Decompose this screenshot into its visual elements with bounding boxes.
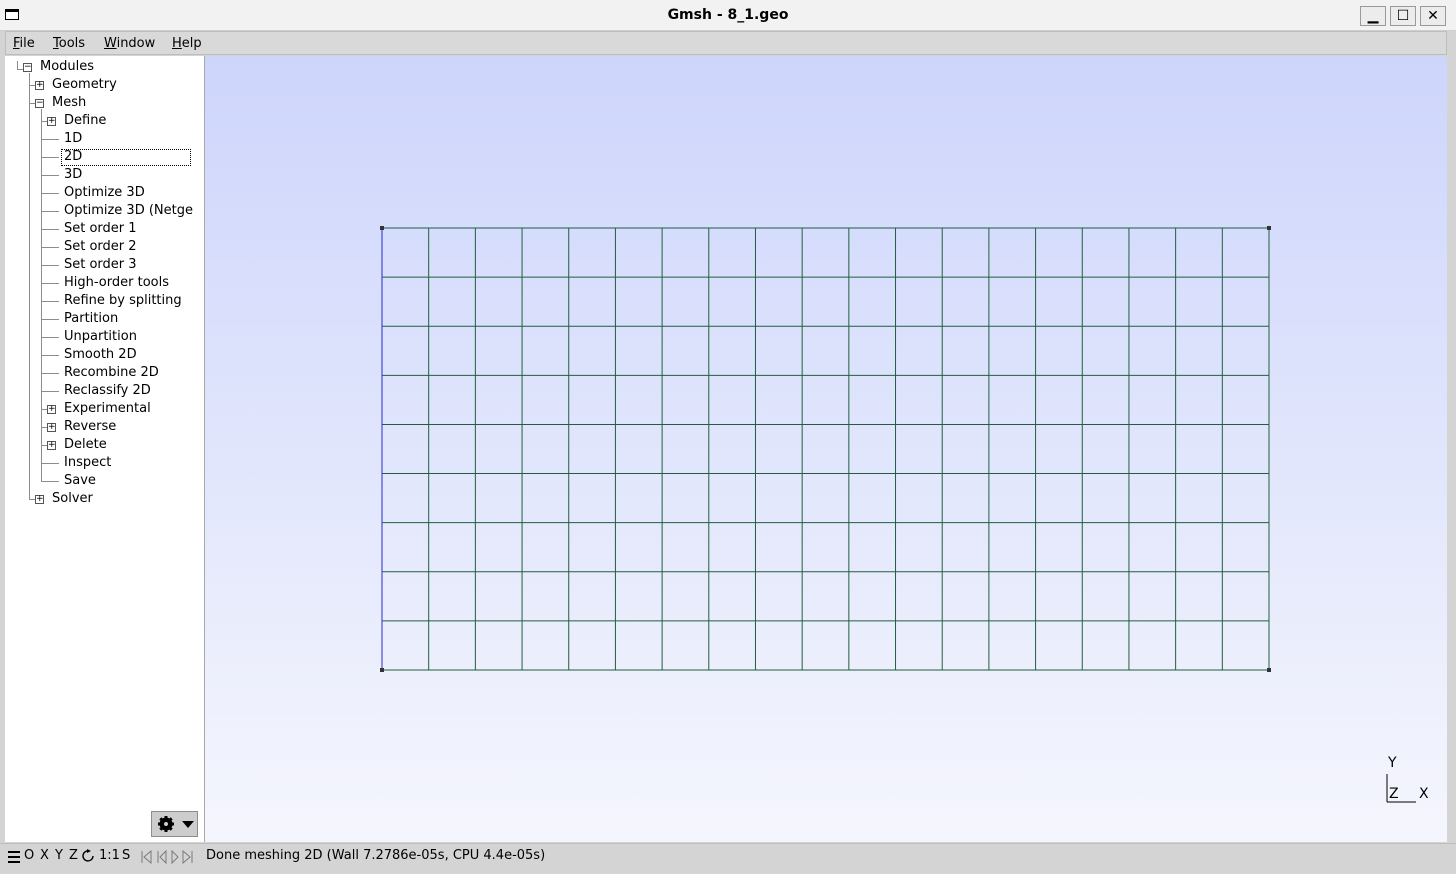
tree-item-set-order-1[interactable]: Set order 1	[64, 220, 137, 238]
mesh-corner-point	[1267, 668, 1271, 672]
menu-file[interactable]: File	[13, 36, 35, 51]
tree-item-optimize-3d[interactable]: Optimize 3D	[64, 184, 145, 202]
tree-item-reclassify-2d[interactable]: Reclassify 2D	[64, 382, 151, 400]
mesh-corner-point	[1267, 226, 1271, 230]
options-menu-button[interactable]	[151, 811, 198, 837]
tree-item-modules[interactable]: Modules	[40, 58, 94, 76]
expand-toggle-icon[interactable]: +	[35, 495, 44, 504]
tree-item-reverse[interactable]: Reverse	[64, 418, 116, 436]
tree-connector	[41, 463, 59, 464]
minimize-button[interactable]: ▁	[1360, 6, 1386, 26]
tree-connector	[29, 73, 30, 499]
scale-one-button[interactable]: 1:1	[99, 848, 120, 863]
tree-connector	[41, 337, 59, 338]
view-y-button[interactable]: Y	[55, 848, 63, 863]
collapse-toggle-icon[interactable]: −	[23, 63, 32, 72]
rotate-icon[interactable]	[82, 849, 96, 863]
menu-help[interactable]: Help	[172, 36, 202, 51]
expand-toggle-icon[interactable]: +	[47, 405, 56, 414]
tree-item-mesh[interactable]: Mesh	[52, 94, 86, 112]
axis-y-label: Y	[1388, 755, 1397, 771]
tree-item-delete[interactable]: Delete	[64, 436, 107, 454]
tree-item-recombine-2d[interactable]: Recombine 2D	[64, 364, 159, 382]
axes-icon	[1386, 774, 1416, 803]
view-origin-button[interactable]: O	[24, 848, 34, 863]
tree-item-define[interactable]: Define	[64, 112, 106, 130]
tree-item-geometry[interactable]: Geometry	[52, 76, 117, 94]
expand-toggle-icon[interactable]: +	[47, 117, 56, 126]
expand-toggle-icon[interactable]: +	[35, 81, 44, 90]
mesh-view[interactable]	[205, 56, 1447, 842]
module-tree: − Modules + Geometry − Mesh + Define 1D 2D 3…	[5, 56, 205, 842]
tree-connector	[41, 193, 59, 194]
animation-controls[interactable]	[138, 850, 196, 864]
selection-focus-box	[61, 149, 191, 166]
tree-item-smooth-2d[interactable]: Smooth 2D	[64, 346, 137, 364]
tree-item-unpartition[interactable]: Unpartition	[64, 328, 137, 346]
expand-toggle-icon[interactable]: +	[47, 423, 56, 432]
close-button[interactable]: ✕	[1420, 6, 1446, 26]
chevron-down-icon	[182, 821, 194, 828]
mesh-corner-point	[380, 226, 384, 230]
tree-item-experimental[interactable]: Experimental	[64, 400, 151, 418]
collapse-toggle-icon[interactable]: −	[35, 99, 44, 108]
status-message: Done meshing 2D (Wall 7.2786e-05s, CPU 4…	[206, 848, 546, 863]
maximize-button[interactable]: ☐	[1390, 6, 1416, 26]
graphics-window[interactable]: Y Z X	[205, 56, 1447, 842]
tree-item-1d[interactable]: 1D	[64, 130, 82, 148]
window-title: Gmsh - 8_1.geo	[667, 7, 789, 23]
tree-connector	[41, 247, 59, 248]
title-bar: Gmsh - 8_1.geo ▁ ☐ ✕	[0, 0, 1456, 31]
tree-item-high-order-tools[interactable]: High-order tools	[64, 274, 169, 292]
tree-connector	[41, 319, 59, 320]
view-z-button[interactable]: Z	[69, 848, 78, 863]
tree-connector	[41, 355, 59, 356]
tree-item-save[interactable]: Save	[64, 472, 96, 490]
tree-connector	[41, 211, 59, 212]
message-toggle-icon[interactable]	[8, 850, 22, 864]
tree-item-refine-by-splitting[interactable]: Refine by splitting	[64, 292, 182, 310]
tree-connector	[41, 301, 59, 302]
tree-connector	[41, 175, 59, 176]
tree-item-inspect[interactable]: Inspect	[64, 454, 111, 472]
tree-item-optimize-3d-netge[interactable]: Optimize 3D (Netge	[64, 202, 193, 220]
menu-tools[interactable]: Tools	[53, 36, 85, 51]
tree-connector	[41, 391, 59, 392]
gear-icon	[158, 816, 194, 832]
tree-item-partition[interactable]: Partition	[64, 310, 118, 328]
tree-item-set-order-2[interactable]: Set order 2	[64, 238, 137, 256]
snapshot-button[interactable]: S	[122, 848, 130, 863]
tree-connector	[41, 229, 59, 230]
view-x-button[interactable]: X	[40, 848, 49, 863]
tree-item-3d[interactable]: 3D	[64, 166, 82, 184]
tree-connector	[41, 139, 59, 140]
tree-item-solver[interactable]: Solver	[52, 490, 93, 508]
tree-connector	[17, 61, 18, 69]
tree-connector	[41, 481, 59, 482]
tree-connector	[41, 283, 59, 284]
status-bar: O X Y Z 1:1 S Done meshing 2D (Wall 7.27…	[0, 843, 1456, 874]
tree-connector	[41, 157, 59, 158]
mesh-corner-point	[380, 668, 384, 672]
tree-item-set-order-3[interactable]: Set order 3	[64, 256, 137, 274]
tree-connector	[41, 265, 59, 266]
menu-bar: File Tools Window Help	[5, 31, 1447, 55]
menu-window[interactable]: Window	[104, 36, 155, 51]
tree-connector	[41, 373, 59, 374]
window-border	[1448, 31, 1456, 842]
expand-toggle-icon[interactable]: +	[47, 441, 56, 450]
tree-connector	[41, 109, 42, 481]
